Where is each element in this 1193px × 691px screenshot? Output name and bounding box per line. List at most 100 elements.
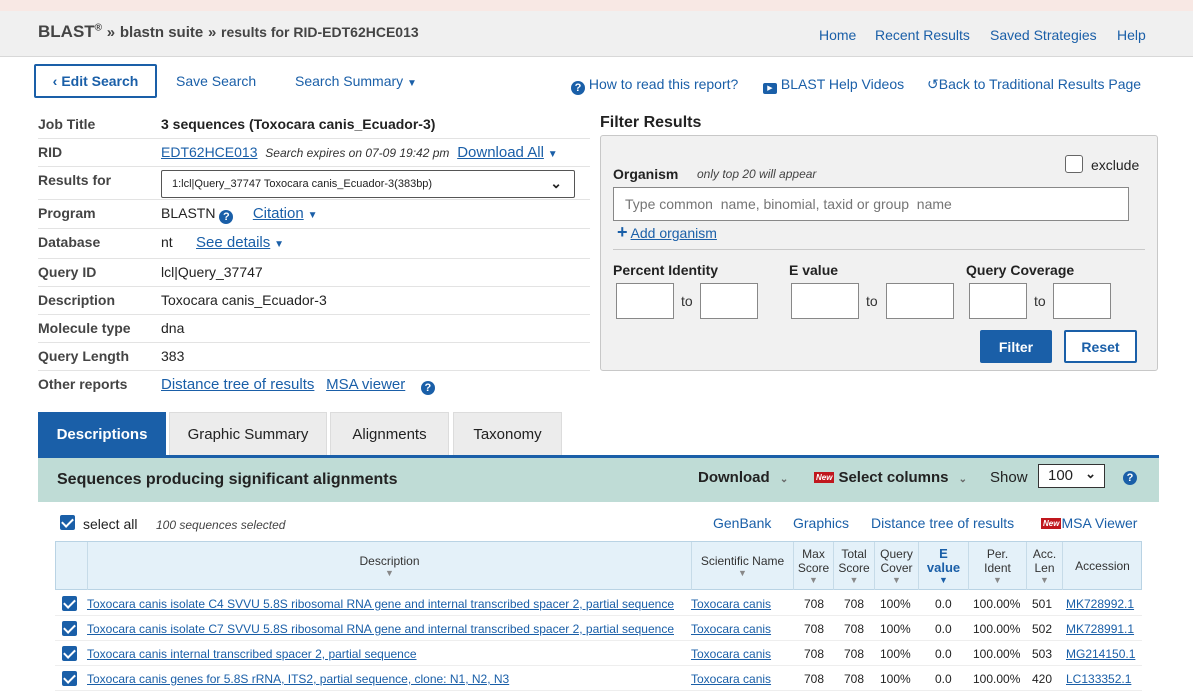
col-description-label: Description: [359, 554, 420, 568]
nav-recent-results[interactable]: Recent Results: [875, 27, 970, 43]
col-acc-len[interactable]: Acc. Len ▼: [1026, 542, 1062, 590]
distance-tree-link[interactable]: Distance tree of results: [161, 376, 314, 393]
chevron-down-icon: ⌄: [779, 474, 789, 485]
help-videos-label: BLAST Help Videos: [780, 76, 905, 92]
e-value-max-input[interactable]: [886, 283, 954, 319]
nav-saved-strategies[interactable]: Saved Strategies: [990, 27, 1097, 43]
search-summary-link[interactable]: Search Summary ▼: [295, 73, 417, 89]
select-columns-label: Select columns: [838, 469, 949, 486]
back-traditional-link[interactable]: ↺Back to Traditional Results Page: [927, 76, 1141, 93]
row-checkbox[interactable]: [62, 621, 77, 636]
row-e-value: 0.0: [935, 597, 952, 611]
graphics-link[interactable]: Graphics: [793, 515, 849, 531]
question-icon: ?: [571, 81, 585, 95]
row-checkbox[interactable]: [62, 671, 77, 686]
row-per-ident: 100.00%: [973, 647, 1021, 661]
row-scientific-name-link[interactable]: Toxocara canis: [691, 622, 771, 636]
tab-graphic-summary[interactable]: Graphic Summary: [169, 412, 327, 456]
tab-alignments[interactable]: Alignments: [330, 412, 449, 456]
nav-home[interactable]: Home: [819, 27, 856, 43]
row-acc-len: 503: [1032, 647, 1053, 661]
row-query-id: Query ID lcl|Query_37747: [38, 259, 590, 287]
video-icon: ▶: [763, 83, 777, 94]
show-count-select[interactable]: 100 ⌄: [1038, 464, 1105, 488]
download-all-link[interactable]: Download All: [457, 144, 544, 161]
blast-logo[interactable]: BLAST: [38, 22, 95, 41]
col-total-score-label-1: Total: [841, 547, 867, 561]
row-description-link[interactable]: Toxocara canis isolate C7 SVVU 5.8S ribo…: [87, 622, 674, 636]
download-menu[interactable]: Download ⌄: [698, 469, 788, 486]
add-organism-link[interactable]: + Add organism: [617, 222, 717, 243]
col-total-score[interactable]: Total Score ▼: [833, 542, 874, 590]
percent-identity-min-input[interactable]: [616, 283, 674, 319]
msa-viewer-link[interactable]: MSA viewer: [326, 376, 405, 393]
results-for-select[interactable]: 1:lcl|Query_37747 Toxocara canis_Ecuador…: [161, 170, 575, 198]
select-all-checkbox[interactable]: [60, 515, 75, 530]
row-description-link[interactable]: Toxocara canis isolate C4 SVVU 5.8S ribo…: [87, 597, 674, 611]
exclude-checkbox[interactable]: [1065, 155, 1083, 173]
col-accession[interactable]: Accession: [1062, 542, 1142, 590]
chevron-down-icon: ▼: [547, 149, 558, 160]
rid-link[interactable]: EDT62HCE013: [161, 144, 258, 160]
citation-link[interactable]: Citation: [253, 205, 304, 222]
row-accession-link[interactable]: MG214150.1: [1066, 647, 1135, 661]
nav-help[interactable]: Help: [1117, 27, 1146, 43]
col-scientific-name[interactable]: Scientific Name ▼: [691, 542, 793, 590]
msa-viewer-results-link[interactable]: New MSA Viewer: [1041, 515, 1137, 531]
e-value-min-input[interactable]: [791, 283, 859, 319]
genbank-link[interactable]: GenBank: [713, 515, 771, 531]
select-all-row: select all 100 sequences selected GenBan…: [38, 508, 1159, 538]
filter-button[interactable]: Filter: [980, 330, 1052, 363]
database-label: Database: [38, 234, 101, 250]
question-icon[interactable]: ?: [420, 381, 435, 395]
chevron-down-icon: ⌄: [550, 175, 562, 191]
col-e-value[interactable]: E value ▼: [918, 542, 968, 590]
edit-search-button[interactable]: ‹ Edit Search: [34, 64, 157, 98]
save-search-link[interactable]: Save Search: [176, 73, 256, 89]
question-icon[interactable]: ?: [219, 210, 234, 224]
row-scientific-name-link[interactable]: Toxocara canis: [691, 672, 771, 686]
col-max-score[interactable]: Max Score ▼: [793, 542, 833, 590]
query-coverage-label: Query Coverage: [966, 262, 1075, 278]
show-label: Show: [990, 469, 1028, 486]
add-organism-label: Add organism: [630, 225, 717, 241]
breadcrumb-suite[interactable]: blastn suite: [120, 24, 203, 41]
tab-taxonomy[interactable]: Taxonomy: [453, 412, 562, 456]
tab-descriptions[interactable]: Descriptions: [38, 412, 166, 456]
row-checkbox[interactable]: [62, 646, 77, 661]
col-per-ident[interactable]: Per. Ident ▼: [968, 542, 1026, 590]
query-length-label: Query Length: [38, 348, 130, 364]
col-query-cover[interactable]: Query Cover ▼: [874, 542, 918, 590]
row-results-for: Results for 1:lcl|Query_37747 Toxocara c…: [38, 167, 590, 200]
distance-tree-results-link[interactable]: Distance tree of results: [871, 515, 1014, 531]
query-coverage-max-input[interactable]: [1053, 283, 1111, 319]
help-videos-link[interactable]: ▶ BLAST Help Videos: [763, 76, 904, 94]
organism-input[interactable]: [613, 187, 1129, 221]
how-to-read-link[interactable]: ? How to read this report?: [571, 76, 738, 95]
row-accession-link[interactable]: LC133352.1: [1066, 672, 1131, 686]
exclude-label: exclude: [1091, 157, 1140, 173]
query-coverage-min-input[interactable]: [969, 283, 1027, 319]
row-max-score: 708: [804, 647, 825, 661]
row-scientific-name-link[interactable]: Toxocara canis: [691, 597, 771, 611]
percent-identity-max-input[interactable]: [700, 283, 758, 319]
row-program: Program BLASTN ? Citation ▼: [38, 200, 590, 229]
results-table-header: Description ▼ Scientific Name ▼ Max Scor…: [55, 541, 1142, 590]
select-columns-menu[interactable]: New Select columns ⌄: [814, 469, 967, 486]
registered-mark: ®: [94, 22, 103, 34]
row-e-value: 0.0: [935, 622, 952, 636]
back-traditional-label: Back to Traditional Results Page: [938, 76, 1142, 92]
row-database: Database nt See details ▼: [38, 229, 590, 259]
question-icon[interactable]: ?: [1123, 471, 1137, 485]
row-scientific-name-link[interactable]: Toxocara canis: [691, 647, 771, 661]
row-accession-link[interactable]: MK728991.1: [1066, 622, 1134, 636]
see-details-link[interactable]: See details: [196, 234, 270, 251]
col-description[interactable]: Description ▼: [87, 542, 691, 590]
filter-title: Filter Results: [600, 114, 702, 131]
reset-button[interactable]: Reset: [1064, 330, 1137, 363]
row-checkbox[interactable]: [62, 596, 77, 611]
row-accession-link[interactable]: MK728992.1: [1066, 597, 1134, 611]
database-value: nt See details ▼: [161, 234, 284, 251]
row-description-link[interactable]: Toxocara canis genes for 5.8S rRNA, ITS2…: [87, 672, 509, 686]
row-description-link[interactable]: Toxocara canis internal transcribed spac…: [87, 647, 417, 661]
